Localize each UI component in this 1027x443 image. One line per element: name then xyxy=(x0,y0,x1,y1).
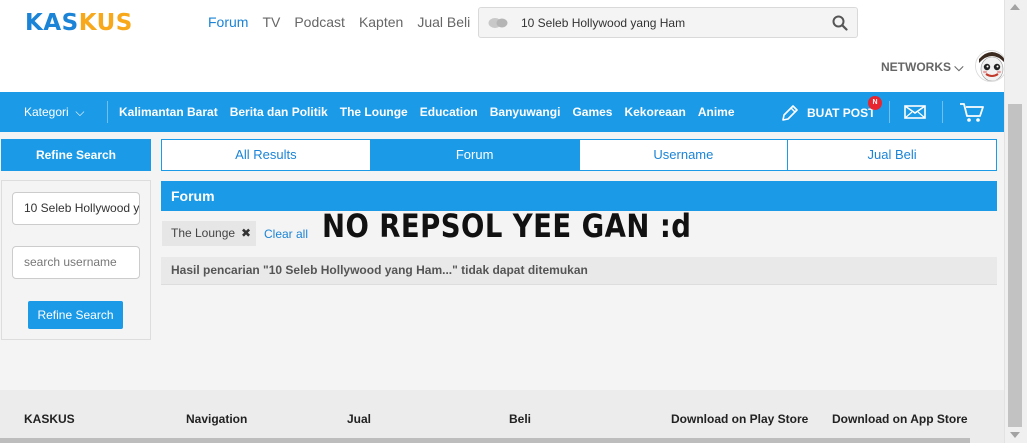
nav-kapten[interactable]: Kapten xyxy=(359,14,403,30)
scroll-down-arrow-icon[interactable] xyxy=(1010,432,1020,438)
nav-jual-beli[interactable]: Jual Beli xyxy=(417,14,470,30)
category-link[interactable]: Games xyxy=(572,105,612,119)
avatar[interactable] xyxy=(975,50,1007,82)
tab-all-results[interactable]: All Results xyxy=(162,140,371,170)
footer-heading-kaskus: KASKUS xyxy=(24,412,75,426)
keyword-field[interactable]: 10 Seleb Hollywood yang Ham xyxy=(12,192,140,225)
footer-heading-beli: Beli xyxy=(509,412,532,426)
result-tabs: All Results Forum Username Jual Beli xyxy=(161,139,997,171)
footer-divider xyxy=(0,438,970,443)
chevron-down-icon: ⌵ xyxy=(75,105,85,119)
no-results-message: Hasil pencarian "10 Seleb Hollywood yang… xyxy=(161,257,997,285)
refine-search-button[interactable]: Refine Search xyxy=(28,301,123,329)
tab-jual-beli[interactable]: Jual Beli xyxy=(788,140,996,170)
category-links: Kalimantan Barat Berita dan Politik The … xyxy=(119,105,735,119)
username-field[interactable]: search username xyxy=(12,246,140,279)
tab-username[interactable]: Username xyxy=(580,140,789,170)
divider xyxy=(942,101,943,123)
category-link[interactable]: Berita dan Politik xyxy=(230,105,328,119)
search-icon[interactable] xyxy=(832,15,848,31)
search-input[interactable]: 10 Seleb Hollywood yang Ham xyxy=(478,7,858,38)
scroll-up-arrow-icon[interactable] xyxy=(1010,4,1020,10)
divider xyxy=(889,101,890,123)
top-header: KASKUS Forum TV Podcast Kapten Jual Beli… xyxy=(0,0,1007,92)
close-icon[interactable]: ✖ xyxy=(241,221,251,246)
tab-forum[interactable]: Forum xyxy=(370,140,580,170)
scrollbar-thumb[interactable] xyxy=(1008,104,1022,427)
footer-heading-play-store: Download on Play Store xyxy=(671,412,809,426)
nav-tv[interactable]: TV xyxy=(262,14,280,30)
footer: KASKUS Navigation Jual Beli Download on … xyxy=(0,390,1004,443)
chevron-down-icon: ⌵ xyxy=(954,60,964,74)
divider xyxy=(107,101,108,123)
nav-podcast[interactable]: Podcast xyxy=(294,14,345,30)
footer-heading-app-store: Download on App Store xyxy=(832,412,968,426)
kaskus-logo[interactable]: KASKUS xyxy=(25,10,133,36)
overlay-caption: NO REPSOL YEE GAN :d xyxy=(322,207,692,245)
category-link[interactable]: Kekoreaan xyxy=(624,105,685,119)
search-input-value: 10 Seleb Hollywood yang Ham xyxy=(521,16,686,30)
footer-heading-navigation: Navigation xyxy=(186,412,248,426)
kategori-dropdown[interactable]: Kategori ⌵ xyxy=(24,105,84,120)
filter-chip: The Lounge ✖ xyxy=(162,221,256,246)
filter-chip-label: The Lounge xyxy=(171,226,236,240)
networks-dropdown[interactable]: NETWORKS ⌵ xyxy=(881,60,963,75)
category-bar: Kategori ⌵ Kalimantan Barat Berita dan P… xyxy=(0,92,1004,132)
kaskus-search-page: KASKUS Forum TV Podcast Kapten Jual Beli… xyxy=(0,0,1027,443)
footer-heading-jual: Jual xyxy=(347,412,372,426)
buat-post-button[interactable]: BUAT POST xyxy=(781,104,875,122)
refine-search-header: Refine Search xyxy=(1,139,151,171)
category-link[interactable]: Banyuwangi xyxy=(490,105,561,119)
chat-bubble-icon xyxy=(488,18,508,28)
avatar-face-icon xyxy=(976,51,1006,81)
clear-all-link[interactable]: Clear all xyxy=(264,227,308,241)
nav-forum[interactable]: Forum xyxy=(208,14,248,30)
category-link[interactable]: Education xyxy=(420,105,478,119)
category-link[interactable]: Kalimantan Barat xyxy=(119,105,218,119)
cart-icon[interactable] xyxy=(959,101,985,123)
category-link[interactable]: The Lounge xyxy=(340,105,408,119)
top-nav: Forum TV Podcast Kapten Jual Beli xyxy=(208,14,470,30)
mail-icon[interactable] xyxy=(904,104,926,120)
category-link[interactable]: Anime xyxy=(698,105,735,119)
pencil-icon xyxy=(782,105,798,121)
notification-badge: N xyxy=(868,96,882,110)
